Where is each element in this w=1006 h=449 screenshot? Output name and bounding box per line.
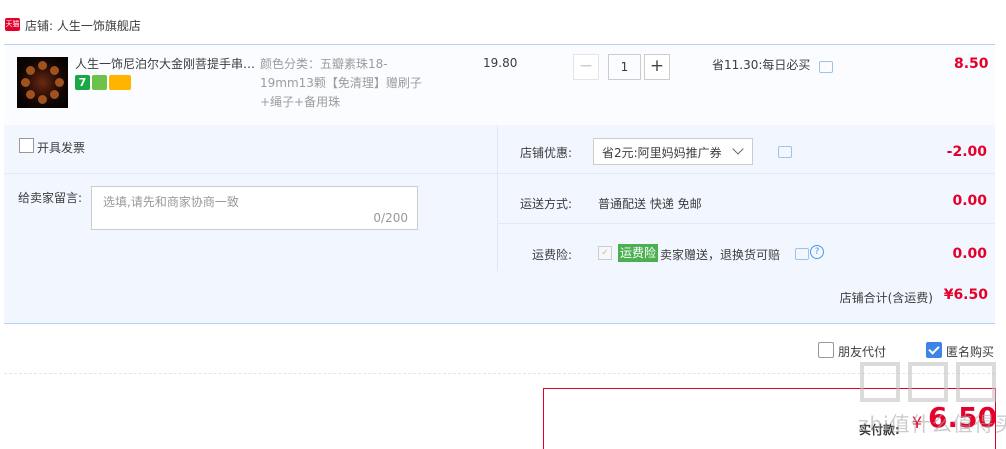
shop-header: 天猫 店铺: 人生一饰旗舰店 (0, 0, 1006, 44)
seven-day-return-icon[interactable]: 7 (75, 75, 90, 90)
chat-icon[interactable] (819, 61, 833, 73)
coupon-select[interactable]: 省2元:阿里妈妈推广券 (593, 138, 753, 165)
decrease-quantity-button[interactable]: − (573, 54, 599, 80)
shipping-label: 运送方式: (519, 197, 572, 211)
divider (4, 173, 497, 174)
shipping-amount: 0.00 (952, 193, 987, 209)
chevron-down-icon (732, 143, 744, 155)
shop-name-link[interactable]: 店铺: 人生一饰旗舰店 (25, 17, 141, 34)
shop-discount-amount: -2.00 (946, 144, 987, 160)
quantity-stepper: − 1 + (573, 54, 670, 80)
guarantee-icon[interactable] (92, 75, 107, 90)
shop-discount-label: 店铺优惠: (519, 146, 572, 160)
tmall-icon: 天猫 (5, 18, 20, 31)
chat-icon[interactable] (795, 248, 809, 260)
shop-total-row: 店铺合计(含运费) ¥6.50 (4, 271, 995, 323)
insurance-label: 运费险: (531, 248, 572, 262)
increase-quantity-button[interactable]: + (644, 54, 670, 80)
anonymous-purchase-checkbox[interactable] (926, 342, 942, 358)
message-label: 给卖家留言: (18, 191, 83, 205)
friend-pay-checkbox[interactable] (818, 342, 834, 358)
order-options-panel: 开具发票 给卖家留言: 选填,请先和商家协商一致 0/200 店铺优惠: 省2元… (4, 125, 995, 324)
buyer-options: 开具发票 给卖家留言: 选填,请先和商家协商一致 0/200 (4, 125, 498, 271)
shipping-method: 普通配送 快递 免邮 (598, 197, 702, 211)
anonymous-purchase-label[interactable]: 匿名购买 (946, 343, 994, 360)
shop-total-amount: ¥6.50 (943, 287, 988, 303)
cart-item-row: 人生一饰尼泊尔大金刚菩提手串男士五瓣金刚手串 7 颜色分类：五瓣素珠18-19m… (4, 44, 995, 126)
shop-total-label: 店铺合计(含运费) (839, 291, 933, 305)
fee-summary: 店铺优惠: 省2元:阿里妈妈推广券 -2.00 运送方式: 普通配送 快递 免邮… (498, 125, 995, 271)
item-subtotal: 8.50 (954, 56, 989, 72)
payment-label: 实付款: (859, 423, 900, 437)
insurance-text: 卖家赠送，退换货可赔 (660, 248, 781, 262)
sku-description: 颜色分类：五瓣素珠18-19mm13颗【免清理】赠刷子+绳子+备用珠 (260, 57, 422, 109)
service-icons: 7 (75, 75, 133, 91)
product-title-link[interactable]: 人生一饰尼泊尔大金刚菩提手串男士五瓣金刚手串 (75, 55, 260, 72)
insurance-badge: 运费险 (618, 244, 659, 262)
payment-currency: ¥ (912, 413, 923, 432)
quantity-input[interactable]: 1 (608, 54, 641, 80)
seller-message-textarea[interactable]: 选填,请先和商家协商一致 0/200 (91, 186, 418, 230)
help-icon[interactable]: ? (810, 245, 824, 259)
divider (498, 173, 995, 174)
payment-amount: 6.50 (928, 401, 998, 434)
product-thumbnail[interactable] (17, 57, 68, 108)
message-char-counter: 0/200 (373, 211, 408, 225)
chat-icon[interactable] (778, 146, 792, 158)
friend-pay-label[interactable]: 朋友代付 (838, 343, 886, 360)
divider (4, 373, 995, 374)
invoice-checkbox[interactable] (19, 138, 34, 153)
unit-price: 19.80 (483, 56, 518, 70)
divider (498, 223, 995, 224)
insurance-amount: 0.00 (952, 246, 987, 262)
item-promotion: 省11.30:每日必买 (712, 58, 811, 72)
message-placeholder: 选填,请先和商家协商一致 (103, 195, 239, 209)
invoice-label[interactable]: 开具发票 (37, 139, 85, 156)
order-extra-options: 朋友代付 匿名购买 (0, 336, 1006, 366)
insurance-checkbox: ✓ (598, 246, 612, 260)
credit-card-icon[interactable] (109, 75, 131, 90)
coupon-selected-value: 省2元:阿里妈妈推广券 (602, 146, 722, 160)
